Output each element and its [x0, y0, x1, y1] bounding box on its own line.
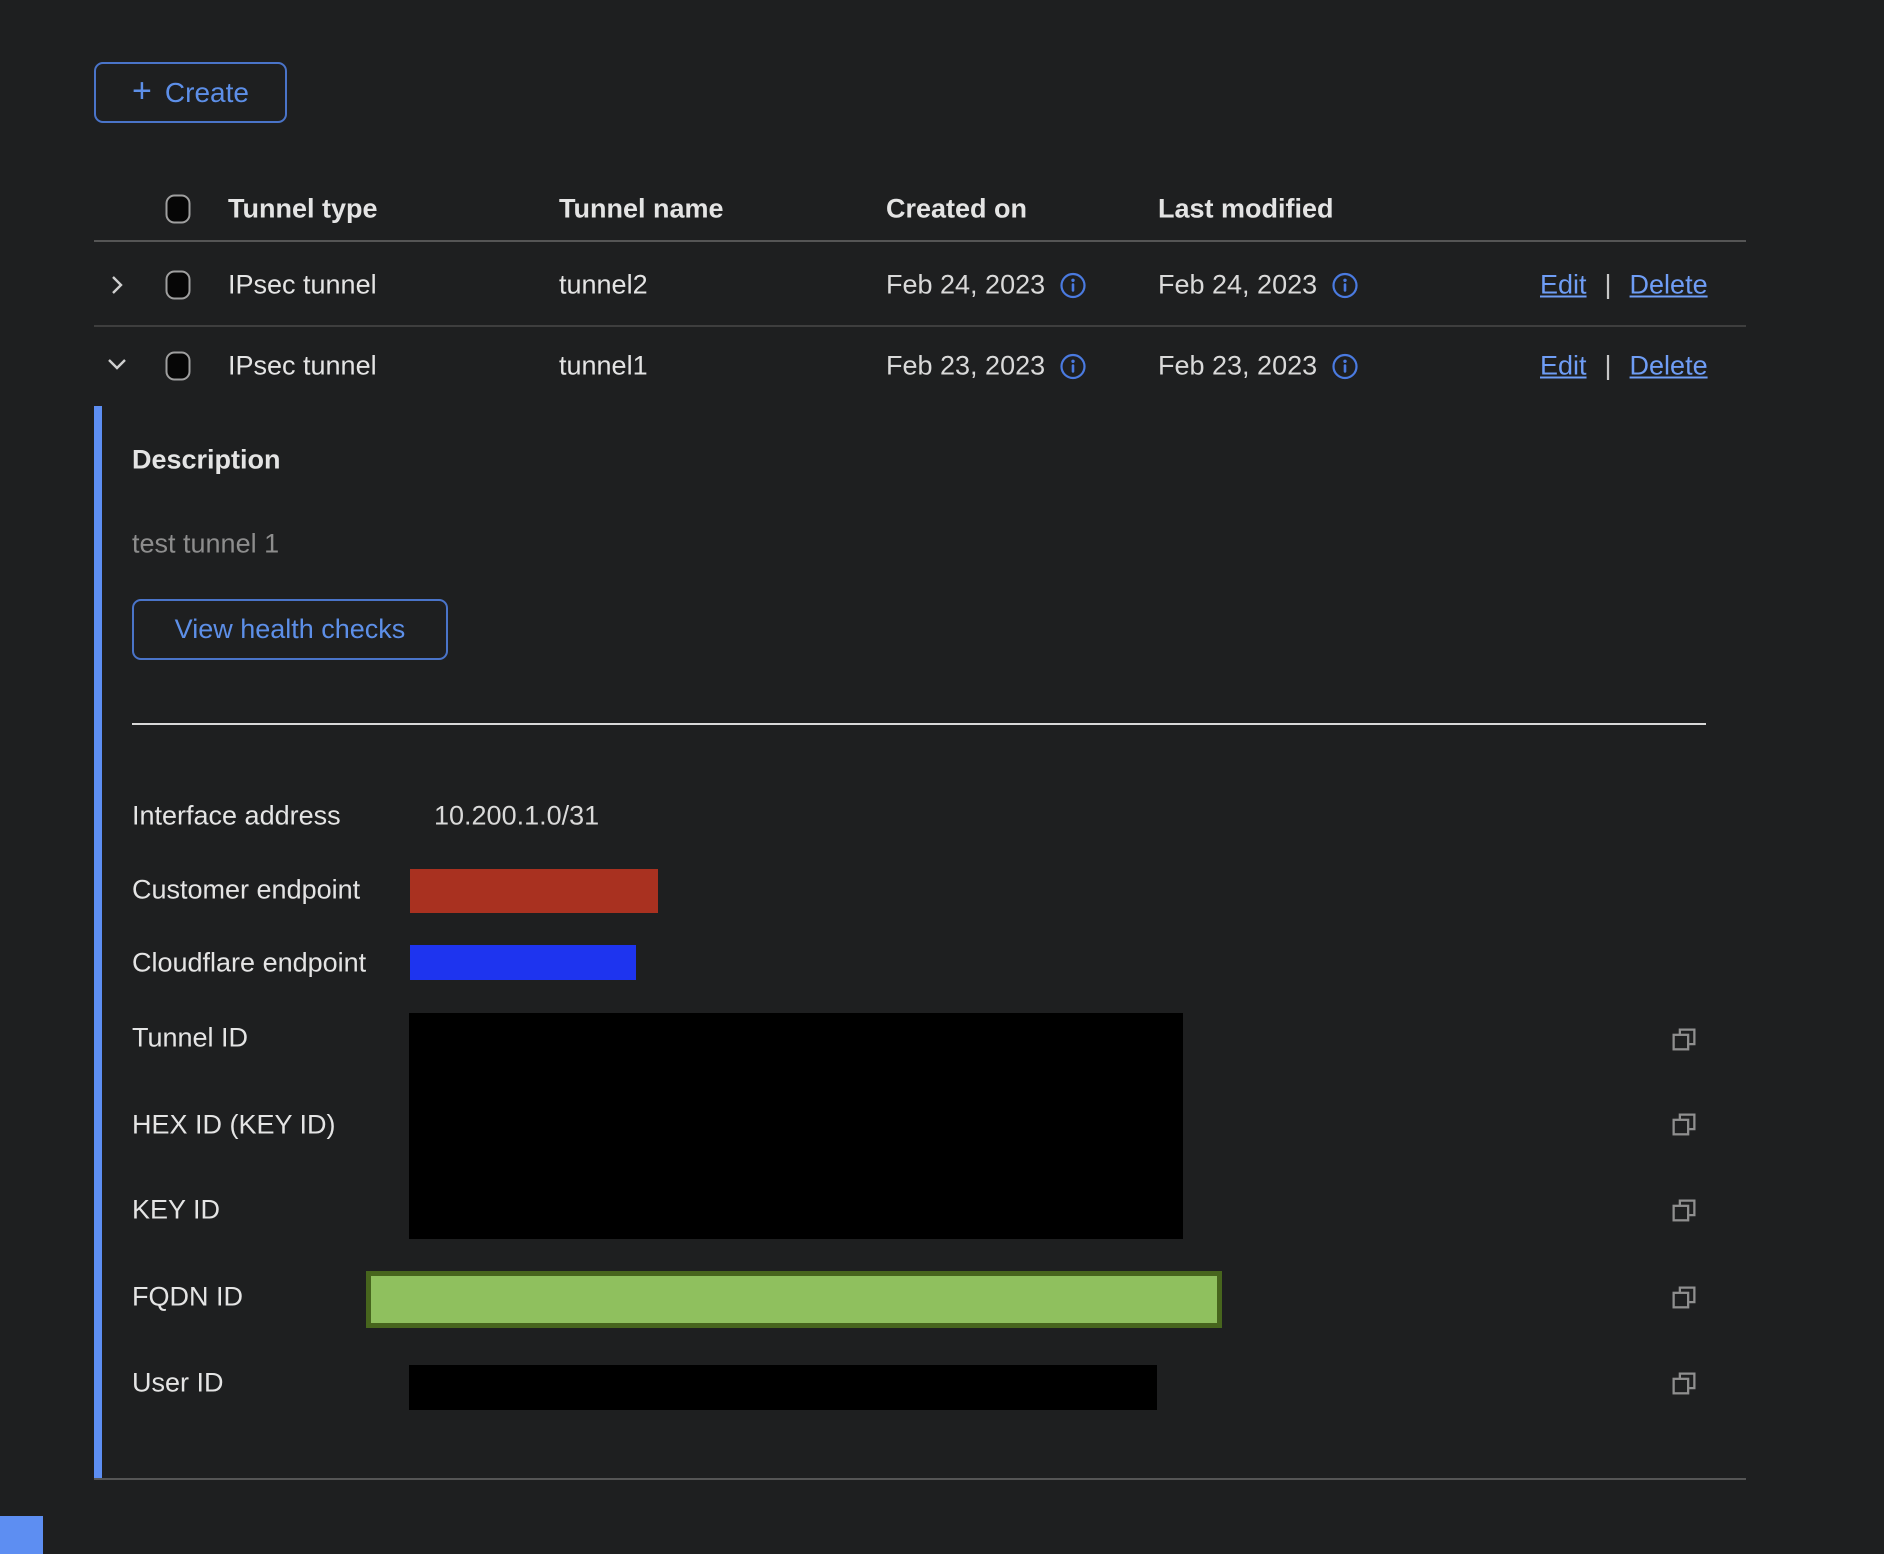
row-checkbox[interactable]: [166, 271, 191, 300]
interface-address-value: 10.200.1.0/31: [434, 801, 599, 832]
detail-label: FQDN ID: [132, 1282, 243, 1313]
created-on-cell: Feb 23, 2023: [886, 351, 1045, 382]
tunnel-name-cell: tunnel2: [559, 270, 648, 301]
fqdn-id-redacted-value: [366, 1271, 1222, 1328]
last-modified-cell: Feb 23, 2023: [1158, 351, 1317, 382]
detail-label: Cloudflare endpoint: [132, 948, 366, 979]
edit-link[interactable]: Edit: [1540, 270, 1587, 301]
copy-icon[interactable]: [1670, 1197, 1699, 1226]
column-header-created-on: Created on: [886, 194, 1027, 225]
tunnel-type-cell: IPsec tunnel: [228, 351, 377, 382]
copy-icon[interactable]: [1670, 1284, 1699, 1313]
detail-label: Tunnel ID: [132, 1023, 248, 1054]
chevron-right-icon[interactable]: [104, 272, 130, 298]
expanded-row-accent-bar: [94, 406, 102, 1478]
last-modified-cell: Feb 24, 2023: [1158, 270, 1317, 301]
header-divider: [94, 240, 1746, 242]
tunnel-name-cell: tunnel1: [559, 351, 648, 382]
info-icon[interactable]: [1060, 353, 1086, 379]
chevron-down-icon[interactable]: [104, 351, 130, 377]
row-divider: [94, 325, 1746, 327]
created-on-cell: Feb 24, 2023: [886, 270, 1045, 301]
user-id-redacted-value: [409, 1365, 1157, 1410]
action-separator: |: [1605, 270, 1612, 301]
tunnel-type-cell: IPsec tunnel: [228, 270, 377, 301]
column-header-tunnel-name: Tunnel name: [559, 194, 724, 225]
detail-label: User ID: [132, 1368, 224, 1399]
create-button-label: Create: [165, 77, 249, 109]
customer-endpoint-redacted-value: [410, 869, 658, 913]
delete-link[interactable]: Delete: [1630, 351, 1708, 382]
ids-redacted-value: [409, 1013, 1183, 1239]
detail-label: KEY ID: [132, 1195, 220, 1226]
description-value: test tunnel 1: [132, 529, 279, 560]
row-checkbox[interactable]: [166, 352, 191, 381]
detail-label: HEX ID (KEY ID): [132, 1110, 336, 1141]
description-label: Description: [132, 445, 281, 476]
delete-link[interactable]: Delete: [1630, 270, 1708, 301]
column-header-last-modified: Last modified: [1158, 194, 1334, 225]
select-all-checkbox[interactable]: [166, 195, 191, 224]
detail-label: Interface address: [132, 801, 341, 832]
info-icon[interactable]: [1060, 272, 1086, 298]
bottom-edge-accent: [0, 1516, 43, 1554]
detail-label: Customer endpoint: [132, 875, 360, 906]
copy-icon[interactable]: [1670, 1111, 1699, 1140]
column-header-tunnel-type: Tunnel type: [228, 194, 378, 225]
copy-icon[interactable]: [1670, 1026, 1699, 1055]
panel-bottom-border: [94, 1478, 1746, 1480]
edit-link[interactable]: Edit: [1540, 351, 1587, 382]
info-icon[interactable]: [1332, 272, 1358, 298]
view-health-checks-label: View health checks: [175, 614, 406, 645]
cloudflare-endpoint-redacted-value: [410, 945, 636, 980]
copy-icon[interactable]: [1670, 1370, 1699, 1399]
panel-divider: [132, 723, 1706, 725]
ipsec-tunnels-page: + Create Tunnel type Tunnel name Created…: [0, 0, 1884, 1554]
action-separator: |: [1605, 351, 1612, 382]
create-button[interactable]: + Create: [94, 62, 287, 123]
info-icon[interactable]: [1332, 353, 1358, 379]
view-health-checks-button[interactable]: View health checks: [132, 599, 448, 660]
